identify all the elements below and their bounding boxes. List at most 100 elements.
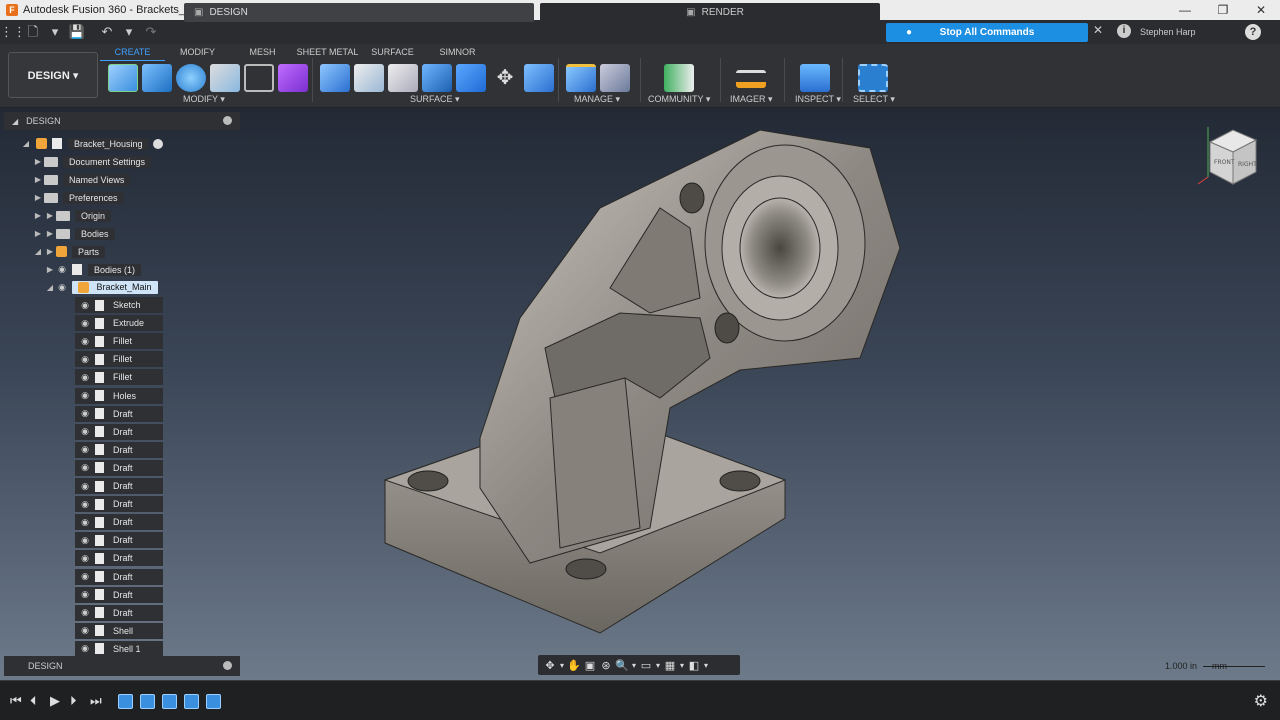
joint-icon[interactable] [600,64,630,92]
help-icon[interactable]: ? [1245,24,1261,40]
viewport-icon[interactable]: ◧ [686,659,702,672]
eye-icon[interactable]: ◉ [75,589,95,600]
feature-row[interactable]: ◉ Draft [75,568,163,585]
eye-icon[interactable]: ◉ [75,499,95,510]
feature-row[interactable]: ◉ Holes [75,387,163,404]
insert-image-icon[interactable] [800,64,830,92]
expand-arrow-icon[interactable]: ▶ [32,175,44,184]
eye-icon[interactable]: ◉ [75,625,95,636]
zoom-icon[interactable]: 🔍 [614,659,630,672]
browser-header[interactable]: ◢ DESIGN [4,112,240,130]
eye-icon[interactable]: ◉ [75,553,95,564]
select-icon[interactable] [858,64,888,92]
zoom-window-icon[interactable]: ⊛ [598,659,614,672]
maximize-button[interactable]: ❐ [1204,0,1242,20]
feature-row[interactable]: ◉ Shell 1 [75,640,163,657]
feature-row[interactable]: ◉ Draft [75,514,163,531]
file-dropdown-icon[interactable]: ▾ [44,20,66,44]
save-icon[interactable]: 💾 [66,20,88,44]
zoom-dropdown-icon[interactable]: ▾ [630,661,638,670]
expand-arrow-icon[interactable]: ▶ [32,229,44,238]
collapse-arrow-icon[interactable]: ◢ [44,283,56,292]
step-back-icon[interactable]: ⏴ [30,693,37,709]
ribbon-tab-simnor[interactable]: SIMNOR [425,47,490,61]
eye-icon[interactable]: ◉ [75,462,95,473]
feature-row[interactable]: ◉ Fillet [75,333,163,350]
shell-icon[interactable] [422,64,452,92]
collapse-arrow-icon[interactable]: ◢ [32,247,44,256]
timeline-feature-icon[interactable] [184,694,199,709]
feature-row[interactable]: ◉ Draft [75,459,163,476]
view-cube-right-label[interactable]: RIGHT [1238,161,1257,168]
new-component-icon[interactable] [566,64,596,92]
visibility-toggle-icon[interactable]: ▶ [44,211,56,220]
expand-arrow-icon[interactable]: ▶ [32,193,44,202]
timeline-feature-icon[interactable] [140,694,155,709]
feature-row[interactable]: ◉ Draft [75,405,163,422]
feature-row[interactable]: ◉ Draft [75,441,163,458]
surface-group-label[interactable]: SURFACE ▾ [410,94,460,105]
active-indicator-icon[interactable] [152,138,163,149]
collapse-arrow-icon[interactable]: ◢ [20,139,32,148]
feature-row[interactable]: ◉ Draft [75,604,163,621]
move-icon[interactable]: ✥ [490,64,520,92]
undo-dropdown-icon[interactable]: ▾ [118,20,140,44]
redo-icon[interactable]: ↷ [140,20,162,44]
close-tab-icon[interactable]: ✕ [1093,23,1103,37]
feature-row[interactable]: ◉ Fillet [75,369,163,386]
hole-icon[interactable] [210,64,240,92]
combine-icon[interactable] [456,64,486,92]
eye-icon[interactable]: ◉ [75,300,95,311]
eye-icon[interactable]: ◉ [75,372,95,383]
ribbon-tab-surface[interactable]: SURFACE [360,47,425,61]
timeline-feature-icon[interactable] [162,694,177,709]
eye-icon[interactable]: ◉ [56,264,68,275]
undo-icon[interactable]: ↶ [96,20,118,44]
tab-design[interactable]: ▣ DESIGN [184,3,534,22]
user-name[interactable]: Stephen Harp [1140,27,1196,37]
fillet-icon[interactable] [354,64,384,92]
chamfer-icon[interactable] [388,64,418,92]
feature-row[interactable]: ◉ Sketch [75,297,163,313]
modify-group-label[interactable]: MODIFY ▾ [183,94,225,105]
inspect-group-label[interactable]: INSPECT ▾ [795,94,841,105]
tree-bodies-count[interactable]: ▶ ◉ Bodies (1) [44,262,142,277]
measure-icon[interactable] [736,70,766,88]
timeline-feature-icon[interactable] [118,694,133,709]
tree-document-settings[interactable]: ▶ Document Settings [32,154,152,169]
eye-icon[interactable]: ◉ [75,444,95,455]
eye-icon[interactable]: ◉ [75,643,95,654]
timeline-feature-icon[interactable] [206,694,221,709]
visibility-toggle-icon[interactable]: ▶ [44,229,56,238]
expand-arrow-icon[interactable]: ▶ [44,265,56,274]
imager-group-label[interactable]: IMAGER ▾ [730,94,773,105]
stop-all-commands-button[interactable]: ● Stop All Commands [886,23,1088,42]
eye-icon[interactable]: ◉ [75,607,95,618]
display-settings-icon[interactable]: ▭ [638,659,654,672]
eye-icon[interactable]: ◉ [75,535,95,546]
extrude-icon[interactable] [142,64,172,92]
go-to-start-icon[interactable]: ⏮ [10,693,22,709]
viewport-dropdown-icon[interactable]: ▾ [702,661,710,670]
eye-icon[interactable]: ◉ [75,408,95,419]
orbit-dropdown-icon[interactable]: ▾ [558,661,566,670]
view-cube[interactable]: FRONT RIGHT [1198,122,1268,192]
feature-row[interactable]: ◉ Draft [75,423,163,440]
feature-row[interactable]: ◉ Draft [75,586,163,603]
ribbon-tab-mesh[interactable]: MESH [230,47,295,61]
look-at-icon[interactable]: ▣ [582,659,598,672]
expand-arrow-icon[interactable]: ▶ [32,211,44,220]
pin-icon[interactable] [223,661,232,670]
file-icon[interactable]: 🗋 [22,20,44,44]
comments-panel[interactable]: DESIGN [4,656,240,676]
tree-origin[interactable]: ▶ ▶ Origin [32,208,112,223]
minimize-button[interactable]: — [1166,0,1204,20]
tree-parts[interactable]: ◢ ▶ Parts [32,244,106,259]
grid-menu-icon[interactable]: ⋮⋮ [0,20,26,44]
gear-icon[interactable]: ⚙ [1254,691,1268,711]
eye-icon[interactable]: ◉ [75,336,95,347]
feature-row[interactable]: ◉ Fillet [75,351,163,368]
eye-icon[interactable]: ◉ [75,318,95,329]
job-status-icon[interactable]: i [1117,24,1131,38]
expand-arrow-icon[interactable]: ▶ [32,157,44,166]
